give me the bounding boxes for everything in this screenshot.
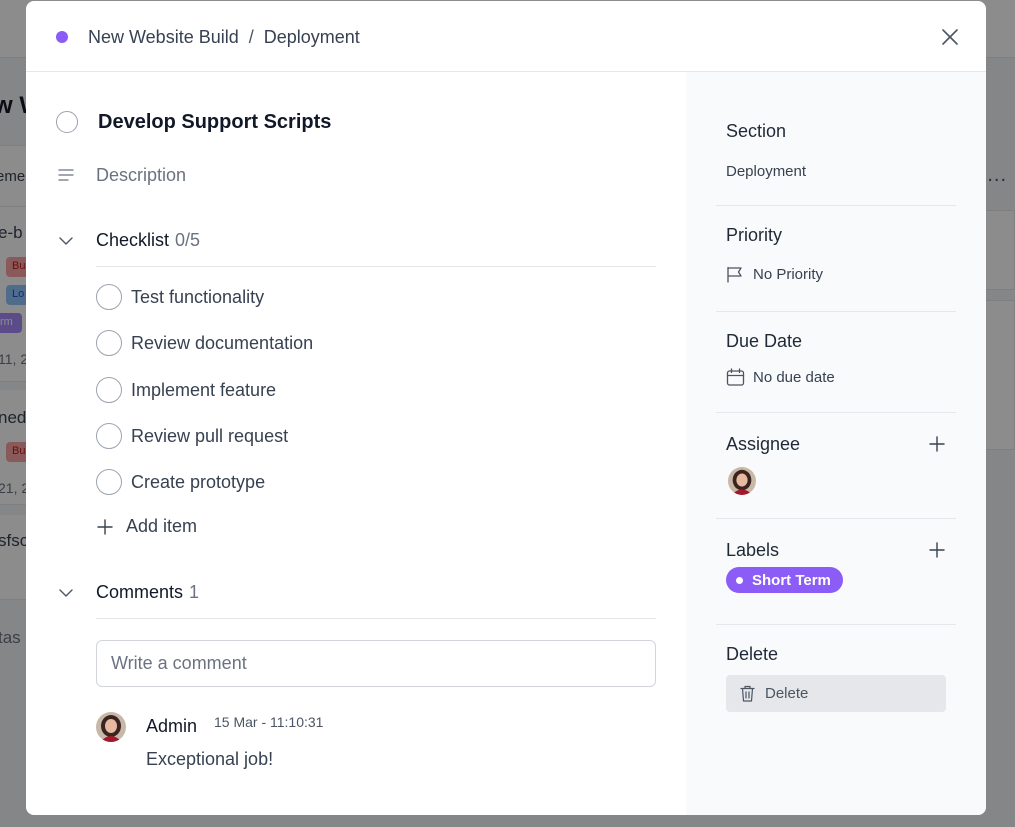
description-placeholder[interactable]: Description (96, 164, 186, 186)
task-title-row: Develop Support Scripts (56, 111, 331, 133)
labels-field: Labels Short Term (716, 539, 956, 609)
checklist-item-checkbox[interactable] (96, 377, 122, 403)
task-main-panel: Develop Support Scripts Description Chec… (26, 72, 686, 815)
delete-field: Delete Delete (716, 643, 956, 723)
add-checklist-item-button[interactable]: Add item (96, 516, 197, 537)
checklist-count: 0/5 (175, 230, 201, 250)
divider (96, 618, 656, 619)
plus-icon (97, 518, 113, 535)
delete-button[interactable]: Delete (726, 675, 946, 712)
due-date-selector[interactable]: No due date (726, 368, 835, 386)
add-label-icon[interactable] (928, 541, 946, 559)
description-icon (58, 169, 74, 181)
checklist-item-checkbox[interactable] (96, 330, 122, 356)
divider (716, 311, 956, 312)
due-date-label: Due Date (726, 331, 803, 351)
section-value[interactable]: Deployment (726, 163, 806, 180)
section-label: Section (726, 121, 787, 141)
priority-selector[interactable]: No Priority (726, 266, 823, 283)
delete-label: Delete (726, 644, 779, 664)
trash-icon (740, 685, 755, 702)
checklist-item-checkbox[interactable] (96, 284, 122, 310)
checklist-item: Test functionality (96, 284, 264, 310)
checklist-item-checkbox[interactable] (96, 469, 122, 495)
checklist-item-text[interactable]: Review documentation (131, 333, 313, 354)
checklist-item: Review pull request (96, 423, 288, 449)
comment-timestamp: 15 Mar - 11:10:31 (214, 714, 324, 730)
checklist-item-checkbox[interactable] (96, 423, 122, 449)
chevron-down-icon[interactable] (58, 233, 74, 249)
checklist-item-text[interactable]: Create prototype (131, 472, 265, 493)
task-complete-checkbox[interactable] (56, 111, 78, 133)
delete-button-label: Delete (765, 685, 809, 702)
avatar (96, 712, 126, 742)
checklist-item-text[interactable]: Test functionality (131, 287, 264, 308)
project-color-dot (56, 31, 68, 43)
priority-label: Priority (726, 225, 783, 245)
due-date-field: Due Date No due date (716, 330, 956, 390)
comment-body: Exceptional job! (146, 749, 274, 769)
checklist-title: Checklist 0/5 (96, 229, 200, 251)
comment-input[interactable] (96, 640, 656, 687)
label-chip[interactable]: Short Term (726, 567, 843, 593)
task-modal: New Website Build / Deployment Develop S… (26, 1, 986, 815)
comment: Admin 15 Mar - 11:10:31 Exceptional job! (96, 712, 656, 772)
due-date-value: No due date (753, 368, 835, 386)
comments-count: 1 (189, 582, 200, 602)
labels-label: Labels (726, 540, 780, 560)
divider (716, 412, 956, 413)
comments-title: Comments 1 (96, 581, 199, 603)
task-title[interactable]: Develop Support Scripts (98, 111, 331, 133)
priority-value: No Priority (753, 266, 824, 283)
assignee-field: Assignee (716, 433, 956, 503)
divider (716, 205, 956, 206)
chevron-down-icon[interactable] (58, 585, 74, 601)
checklist-item: Create prototype (96, 469, 265, 495)
comment-author: Admin (146, 716, 198, 736)
add-item-label: Add item (126, 516, 198, 536)
breadcrumb: New Website Build / Deployment (88, 27, 360, 48)
flag-icon (727, 266, 742, 283)
breadcrumb-section[interactable]: Deployment (264, 27, 360, 48)
divider (716, 518, 956, 519)
breadcrumb-separator: / (248, 27, 254, 47)
checklist-item-text[interactable]: Implement feature (131, 380, 276, 401)
checklist-label: Checklist (96, 230, 170, 250)
calendar-icon (726, 368, 745, 386)
add-assignee-icon[interactable] (928, 435, 946, 453)
divider (96, 266, 656, 267)
checklist-item: Implement feature (96, 377, 276, 403)
close-icon[interactable] (938, 25, 962, 49)
assignee-label: Assignee (726, 434, 801, 454)
comments-label: Comments (96, 582, 184, 602)
label-chip-text: Short Term (752, 571, 831, 589)
assignee-avatar[interactable] (728, 467, 756, 495)
checklist-item: Review documentation (96, 330, 313, 356)
task-sidebar: Section Deployment Priority No Priority … (686, 72, 986, 815)
checklist-item-text[interactable]: Review pull request (131, 426, 288, 447)
priority-field: Priority No Priority (716, 224, 956, 284)
label-chip-dot (736, 576, 743, 584)
modal-header: New Website Build / Deployment (26, 1, 986, 72)
section-field: Section Deployment (716, 120, 956, 180)
breadcrumb-project[interactable]: New Website Build (88, 27, 239, 48)
divider (716, 624, 956, 625)
